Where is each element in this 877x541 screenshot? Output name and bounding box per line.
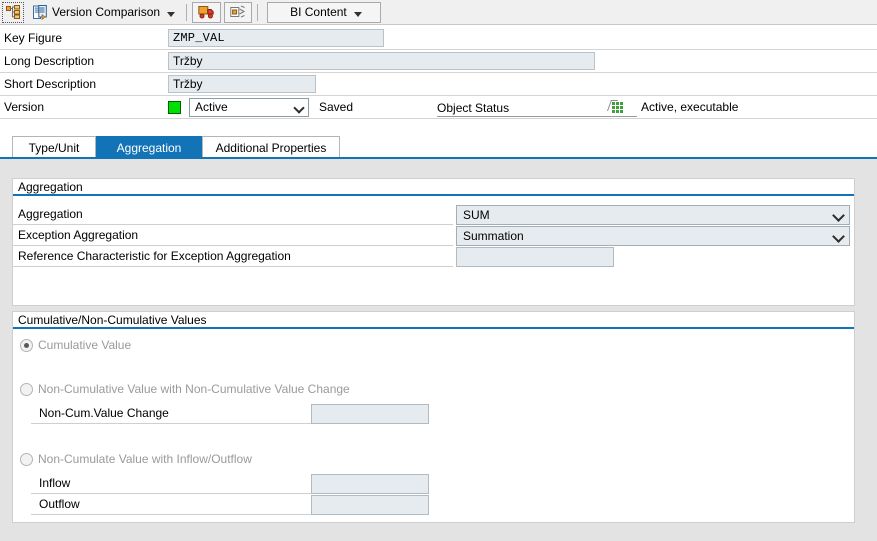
hierarchy-icon[interactable] <box>2 2 24 23</box>
inflow-outflow-label: Non-Cumulate Value with Inflow/Outflow <box>38 452 252 466</box>
toolbar-separator <box>186 4 187 21</box>
main-toolbar: Version Comparison <box>0 0 877 25</box>
reference-characteristic-input[interactable] <box>456 247 614 267</box>
exception-aggregation-select[interactable]: Summation <box>456 226 850 246</box>
sap-key-figure-editor: Version Comparison <box>0 0 877 541</box>
chevron-down-icon-version <box>294 102 305 113</box>
exception-aggregation-row: Exception Aggregation Summation <box>13 225 854 246</box>
cumulative-values-panel: Cumulative/Non-Cumulative Values Cumulat… <box>12 311 855 523</box>
key-figure-header-form: Key Figure ZMP_VAL Long Description Tržb… <box>0 25 877 114</box>
non-cumulative-change-label: Non-Cumulative Value with Non-Cumulative… <box>38 382 350 396</box>
cumulative-value-option[interactable]: Cumulative Value <box>20 338 131 352</box>
tab-strip: Type/Unit Aggregation Additional Propert… <box>0 136 877 158</box>
aggregation-panel: Aggregation Aggregation SUM Exception Ag… <box>12 178 855 306</box>
inflow-label: Inflow <box>31 473 311 494</box>
version-label: Version <box>0 100 168 114</box>
bi-content-button[interactable]: BI Content <box>267 2 381 23</box>
tab-aggregation-label: Aggregation <box>117 141 182 155</box>
short-description-label: Short Description <box>0 77 168 91</box>
short-description-value[interactable]: Tržby <box>168 75 316 93</box>
non-cum-value-change-input[interactable] <box>311 404 429 424</box>
non-cum-value-change-row: Non-Cum.Value Change <box>31 403 431 424</box>
object-status-label: Object Status <box>437 98 637 117</box>
tab-type-unit[interactable]: Type/Unit <box>12 136 96 158</box>
toolbar-separator-2 <box>257 4 258 21</box>
outflow-row: Outflow <box>31 494 431 515</box>
version-row: Version Active Saved Object Status Activ… <box>0 96 877 118</box>
object-status-value: Active, executable <box>641 100 738 114</box>
green-grid-icon <box>609 100 623 114</box>
bi-content-label: BI Content <box>290 5 347 19</box>
aggregation-row-label: Aggregation <box>13 204 453 225</box>
short-description-row: Short Description Tržby <box>0 73 877 95</box>
cumulative-panel-title: Cumulative/Non-Cumulative Values <box>13 312 854 329</box>
outflow-label: Outflow <box>31 494 311 515</box>
tab-aggregation[interactable]: Aggregation <box>96 136 202 158</box>
radio-icon-cumulative[interactable] <box>20 339 33 352</box>
key-figure-row: Key Figure ZMP_VAL <box>0 27 877 49</box>
non-cumulative-change-option[interactable]: Non-Cumulative Value with Non-Cumulative… <box>20 382 350 396</box>
aggregation-select-value: SUM <box>463 208 490 222</box>
document-compare-icon <box>33 5 48 20</box>
tab-additional-properties-label: Additional Properties <box>216 141 327 155</box>
reference-characteristic-label: Reference Characteristic for Exception A… <box>13 246 453 267</box>
radio-icon-inflow-outflow[interactable] <box>20 453 33 466</box>
exception-aggregation-row-label: Exception Aggregation <box>13 225 453 246</box>
version-comparison-label: Version Comparison <box>52 5 160 19</box>
version-comparison-button[interactable]: Version Comparison <box>27 2 181 23</box>
aggregation-row: Aggregation SUM <box>13 204 854 225</box>
transport-button[interactable] <box>192 2 221 23</box>
saved-status-text: Saved <box>319 100 353 114</box>
inflow-outflow-option[interactable]: Non-Cumulate Value with Inflow/Outflow <box>20 452 252 466</box>
expand-button[interactable] <box>224 2 252 23</box>
reference-characteristic-row: Reference Characteristic for Exception A… <box>13 246 854 267</box>
chevron-down-icon-aggregation <box>833 209 845 221</box>
outflow-input[interactable] <box>311 495 429 515</box>
aggregation-panel-title: Aggregation <box>13 179 854 196</box>
inflow-row: Inflow <box>31 473 431 494</box>
exception-aggregation-select-value: Summation <box>463 229 524 243</box>
divider-4 <box>0 118 877 119</box>
truck-icon <box>198 5 215 20</box>
long-description-value[interactable]: Tržby <box>168 52 595 70</box>
non-cum-value-change-label: Non-Cum.Value Change <box>31 403 311 424</box>
chevron-down-icon-2[interactable] <box>354 12 362 17</box>
aggregation-select[interactable]: SUM <box>456 205 850 225</box>
chevron-down-icon-exception <box>833 230 845 242</box>
version-status-indicator <box>168 101 181 114</box>
cumulative-value-label: Cumulative Value <box>38 338 131 352</box>
chevron-down-icon[interactable] <box>167 12 175 17</box>
key-figure-value[interactable]: ZMP_VAL <box>168 29 384 47</box>
version-select-value: Active <box>195 100 228 114</box>
expand-arrows-icon <box>230 5 246 20</box>
tab-additional-properties[interactable]: Additional Properties <box>202 136 340 158</box>
tab-type-unit-label: Type/Unit <box>29 141 80 155</box>
key-figure-label: Key Figure <box>0 31 168 45</box>
version-select[interactable]: Active <box>189 98 309 117</box>
inflow-input[interactable] <box>311 474 429 494</box>
long-description-row: Long Description Tržby <box>0 50 877 72</box>
radio-icon-non-cumulative-change[interactable] <box>20 383 33 396</box>
long-description-label: Long Description <box>0 54 168 68</box>
